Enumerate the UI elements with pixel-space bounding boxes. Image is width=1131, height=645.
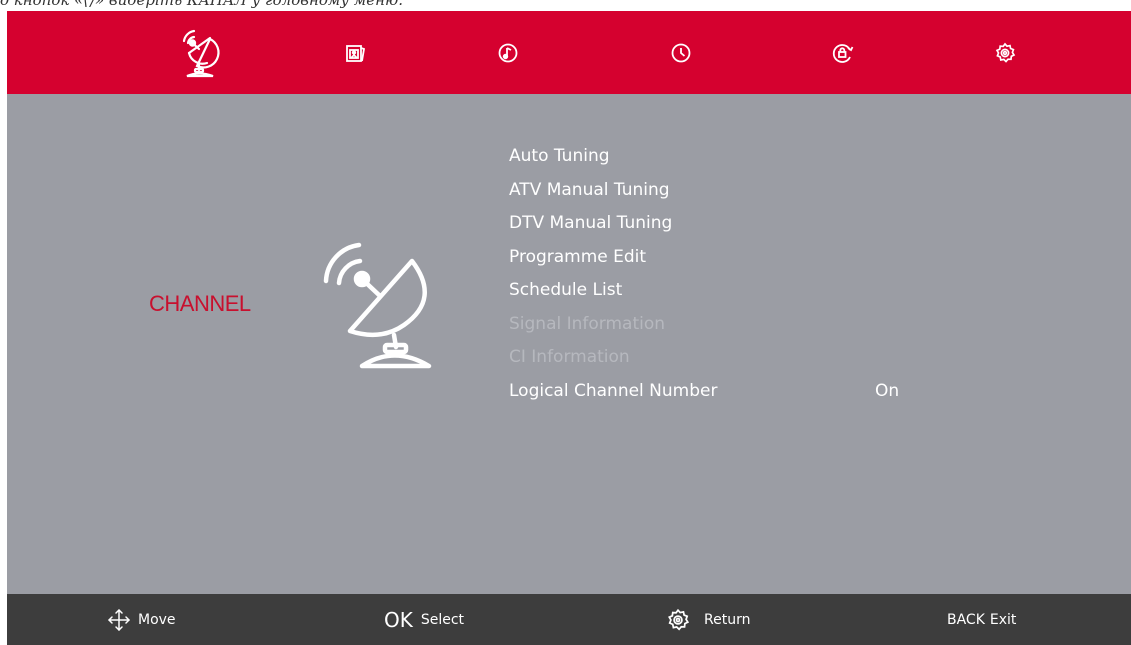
satellite-dish-icon [323,242,432,369]
tv-menu-screen: CHANNEL Auto Tuning ATV Manual Tuning DT… [7,11,1131,645]
clock-icon [671,43,691,62]
channel-menu-panel: CHANNEL Auto Tuning ATV Manual Tuning DT… [7,94,1131,594]
menu-item-label: CI Information [509,347,630,367]
back-key-label: BACK [947,611,985,628]
tab-time[interactable] [651,11,711,94]
channel-large-icon-container [319,237,435,373]
hint-select: OK Select [384,594,464,645]
menu-item-auto-tuning[interactable]: Auto Tuning [509,140,929,174]
menu-item-programme-edit[interactable]: Programme Edit [509,241,929,275]
hint-exit: BACK Exit [947,594,1016,645]
menu-item-atv-manual-tuning[interactable]: ATV Manual Tuning [509,174,929,208]
menu-item-dtv-manual-tuning[interactable]: DTV Manual Tuning [509,207,929,241]
tab-setup[interactable] [975,11,1035,94]
lock-icon [832,43,854,63]
menu-item-ci-information: CI Information [509,341,929,375]
menu-item-label: Schedule List [509,280,623,300]
menu-item-label: DTV Manual Tuning [509,213,673,233]
tab-sound[interactable] [478,11,538,94]
hint-return: Return [666,594,750,645]
section-title: CHANNEL [149,291,251,316]
hint-move: Move [106,594,176,645]
satellite-dish-icon [182,29,220,77]
menu-item-logical-channel-number[interactable]: Logical Channel Number On [509,375,929,409]
menu-item-signal-information: Signal Information [509,308,929,342]
ok-key-label: OK [384,607,413,632]
tab-picture[interactable] [325,11,385,94]
tab-channel[interactable] [170,11,230,94]
tab-lock[interactable] [813,11,873,94]
screenshot-root: о кнопок «⟨⟩» виберіть КАНАЛ у головному… [0,0,1131,645]
menu-item-label: Logical Channel Number [509,380,718,401]
sound-icon [498,43,518,62]
menu-item-label: Signal Information [509,313,666,334]
menu-item-label: Programme Edit [509,246,647,267]
channel-menu-list: Auto Tuning ATV Manual Tuning DTV Manual… [509,140,929,408]
menu-item-value[interactable]: On [875,375,899,409]
document-caption: о кнопок «⟨⟩» виберіть КАНАЛ у головному… [0,0,403,9]
settings-icon [995,42,1016,63]
move-arrows-icon [108,608,130,631]
bottom-hint-bar: Move OK Select Return BACK Exit [7,594,1131,645]
hint-exit-label: Exit [989,611,1017,628]
menu-item-schedule-list[interactable]: Schedule List [509,274,929,308]
menu-item-label: Auto Tuning [509,146,610,166]
picture-icon [346,44,366,62]
settings-icon [668,608,690,631]
hint-select-label: Select [420,611,465,628]
hint-move-label: Move [138,611,176,628]
top-tab-bar [7,11,1131,94]
menu-item-label: ATV Manual Tuning [509,179,670,200]
hint-return-label: Return [704,611,751,628]
